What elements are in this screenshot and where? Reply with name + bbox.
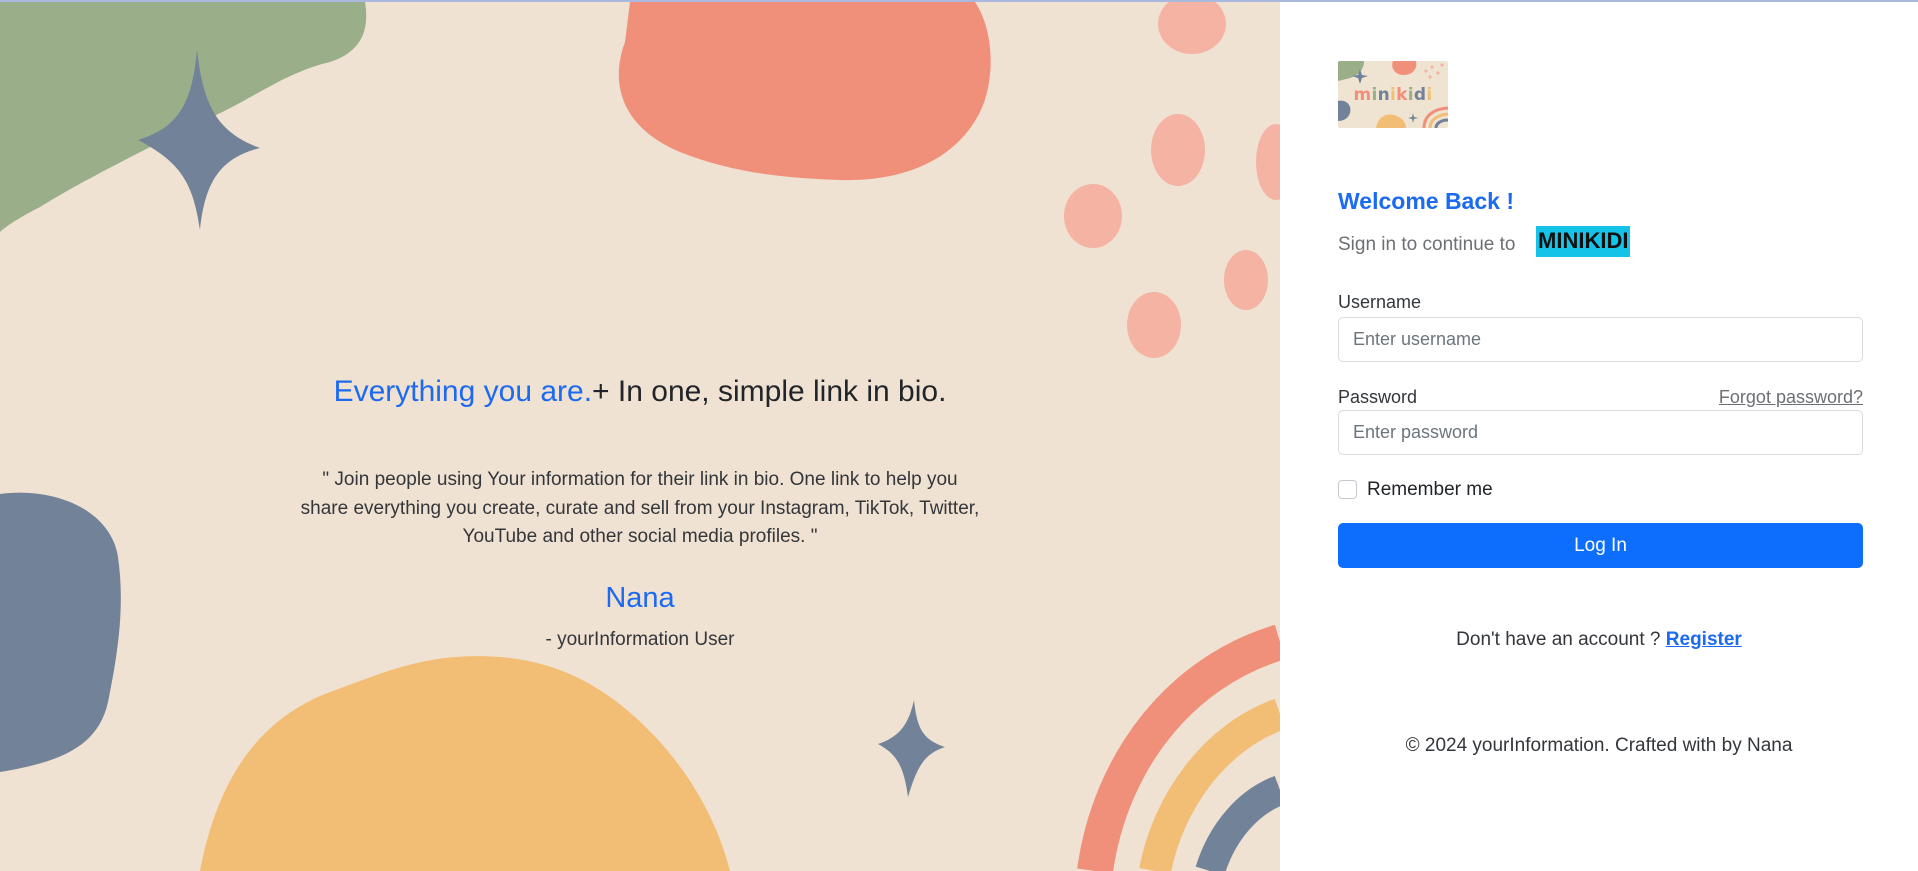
hero-content: Everything you are.+ In one, simple link… [0,2,1280,871]
password-input[interactable] [1338,410,1863,455]
brand-logo[interactable]: minikidi [1338,61,1448,128]
logo-letter: k [1396,85,1408,105]
quote-line: share everything you create, curate and … [300,497,980,519]
testimonial-author-role: - yourInformation User [545,629,735,650]
logo-letter: d [1413,85,1427,105]
quote-line: YouTube and other social media profiles.… [462,526,818,547]
logo-letter: n [1377,85,1391,105]
logo-text: minikidi [1338,85,1448,105]
headline-rest: + In one, simple link in bio. [592,375,947,408]
quote-line: " Join people using Your information for… [322,469,958,490]
logo-letter: i [1426,85,1433,105]
register-prompt: Don't have an account ? Register [1280,629,1918,651]
login-button[interactable]: Log In [1338,523,1863,568]
forgot-password-link[interactable]: Forgot password? [1719,387,1863,408]
browser-top-border [0,0,1918,2]
login-panel: minikidi Welcome Back ! Sign in to conti… [1280,2,1918,871]
hero-headline: Everything you are.+ In one, simple link… [0,375,1280,409]
username-label: Username [1338,292,1422,312]
password-label: Password [1338,387,1418,407]
remember-me-checkbox[interactable] [1338,480,1357,499]
testimonial-author: Nana [605,582,675,614]
headline-accent: Everything you are. [333,375,593,408]
testimonial-quote: " Join people using Your information for… [290,466,990,552]
welcome-heading: Welcome Back ! [1338,188,1514,214]
brand-name-highlight: MINIKIDI [1536,226,1631,257]
remember-me-label[interactable]: Remember me [1367,479,1493,501]
hero-panel: Everything you are.+ In one, simple link… [0,2,1280,871]
username-input[interactable] [1338,317,1863,362]
logo-letter: m [1353,85,1372,105]
register-link[interactable]: Register [1666,629,1742,650]
copyright-footer: © 2024 yourInformation. Crafted with by … [1405,735,1793,756]
signin-subtitle: Sign in to continue to [1338,234,1516,255]
no-account-text: Don't have an account ? [1456,629,1661,650]
